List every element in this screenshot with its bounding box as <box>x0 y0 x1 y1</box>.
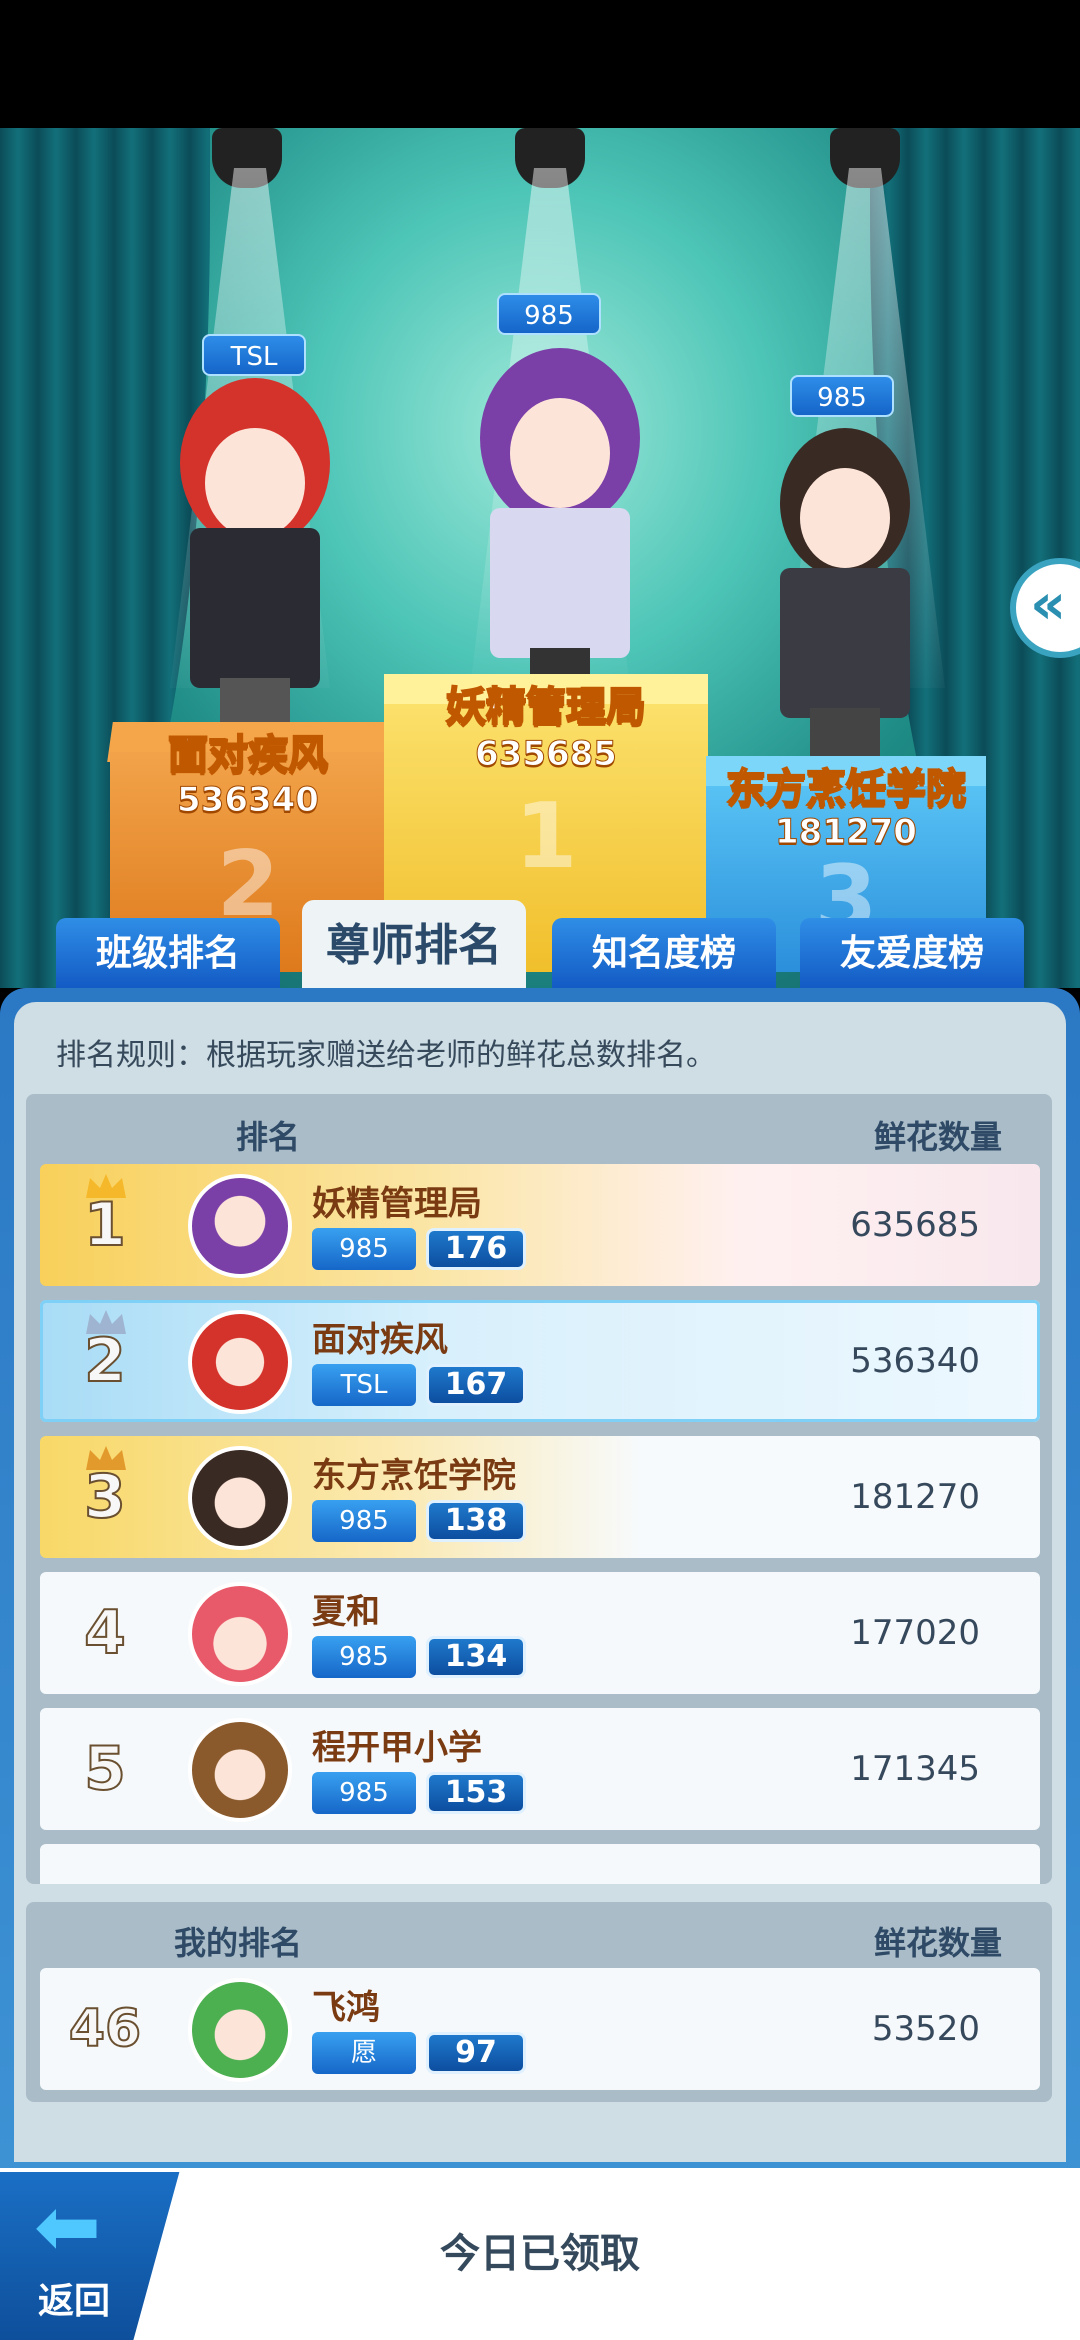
my-rank-header: 我的排名 <box>174 1924 303 1962</box>
school-tag: TSL <box>312 1364 416 1406</box>
back-label: 返回 <box>38 2281 111 2322</box>
list-item[interactable]: 1 妖精管理局 985 176 635685 <box>40 1164 1040 1286</box>
my-school-tag: 愿 <box>312 2032 416 2074</box>
rank-number: 5 <box>83 1733 127 1805</box>
ranking-list[interactable]: 排名 鲜花数量 1 妖精管理局 985 176 635685 2 面对疾风 TS… <box>26 1094 1052 1884</box>
rank-number: 1 <box>83 1189 127 1261</box>
flower-count: 536340 <box>850 1341 980 1381</box>
tab-class-rank[interactable]: 班级排名 <box>56 918 280 990</box>
my-rank-number: 46 <box>68 1998 142 2060</box>
back-arrow-icon: ⬅ <box>34 2180 102 2273</box>
level-badge: 176 <box>426 1228 526 1270</box>
avatar[interactable] <box>188 1446 292 1550</box>
school-tag: 985 <box>312 1500 416 1542</box>
podium-first-score: 635685 <box>475 734 618 775</box>
my-rank-row[interactable]: 46 飞鸿 愿 97 53520 <box>40 1968 1040 2090</box>
status-bar <box>0 0 1080 128</box>
flower-count: 177020 <box>850 1613 980 1653</box>
rank-number: 2 <box>83 1325 127 1397</box>
player-name: 东方烹饪学院 <box>312 1456 516 1496</box>
tab-fame-rank[interactable]: 知名度榜 <box>552 918 776 990</box>
podium-second-score: 536340 <box>177 780 320 821</box>
ranking-tabs: 班级排名 尊师排名 知名度榜 友爱度榜 <box>0 900 1080 992</box>
list-item[interactable]: 3 东方烹饪学院 985 138 181270 <box>40 1436 1040 1558</box>
podium-third-name: 东方烹饪学院 <box>725 765 967 813</box>
school-tag: 985 <box>312 1772 416 1814</box>
first-place-tag: 985 <box>497 293 601 335</box>
list-item[interactable]: 2 面对疾风 TSL 167 536340 <box>40 1300 1040 1422</box>
level-badge: 167 <box>426 1364 526 1406</box>
player-name: 面对疾风 <box>312 1320 448 1360</box>
list-item[interactable]: 4 夏和 985 134 177020 <box>40 1572 1040 1694</box>
header-flower-count: 鲜花数量 <box>873 1118 1002 1156</box>
level-badge: 134 <box>426 1636 526 1678</box>
rank-number: 3 <box>83 1461 127 1533</box>
my-flower-count: 53520 <box>871 2009 980 2049</box>
my-avatar[interactable] <box>188 1978 292 2082</box>
player-name: 夏和 <box>312 1592 380 1632</box>
avatar[interactable] <box>188 1718 292 1822</box>
rank-number: 4 <box>83 1597 127 1669</box>
flower-count: 181270 <box>850 1477 980 1517</box>
level-badge: 138 <box>426 1500 526 1542</box>
level-badge: 153 <box>426 1772 526 1814</box>
my-rank-box: 我的排名 鲜花数量 46 飞鸿 愿 97 53520 <box>26 1902 1052 2102</box>
avatar[interactable] <box>188 1310 292 1414</box>
player-name: 程开甲小学 <box>312 1728 482 1768</box>
ranking-rule: 排名规则：根据玩家赠送给老师的鲜花总数排名。 <box>56 1038 716 1073</box>
podium-third-score: 181270 <box>775 812 918 853</box>
list-item[interactable]: 5 程开甲小学 985 153 171345 <box>40 1708 1040 1830</box>
school-tag: 985 <box>312 1636 416 1678</box>
flower-count: 635685 <box>850 1205 980 1245</box>
my-rank-flower-header: 鲜花数量 <box>873 1924 1002 1962</box>
panel-inner: 排名规则：根据玩家赠送给老师的鲜花总数排名。 排名 鲜花数量 1 妖精管理局 9… <box>14 1002 1066 2162</box>
avatar[interactable] <box>188 1582 292 1686</box>
my-name: 飞鸿 <box>312 1988 380 2028</box>
podium-first-name: 妖精管理局 <box>445 683 647 731</box>
podium-stage: TSL 985 985 2 面对疾风 536340 1 妖精管理局 635685… <box>0 128 1080 988</box>
tab-friendship-rank[interactable]: 友爱度榜 <box>800 918 1024 990</box>
podium-second-name: 面对疾风 <box>167 731 329 779</box>
flower-count: 171345 <box>850 1749 980 1789</box>
avatar[interactable] <box>188 1174 292 1278</box>
second-place-tag: TSL <box>202 334 306 376</box>
podium-first-number: 1 <box>514 784 578 889</box>
header-rank: 排名 <box>236 1118 301 1156</box>
ranking-panel: 排名规则：根据玩家赠送给老师的鲜花总数排名。 排名 鲜花数量 1 妖精管理局 9… <box>0 988 1080 2168</box>
my-level-badge: 97 <box>426 2032 526 2074</box>
list-item-partial[interactable] <box>40 1844 1040 1884</box>
school-tag: 985 <box>312 1228 416 1270</box>
third-place-tag: 985 <box>790 375 894 417</box>
player-name: 妖精管理局 <box>312 1184 482 1224</box>
tab-teacher-rank[interactable]: 尊师排名 <box>302 900 526 992</box>
